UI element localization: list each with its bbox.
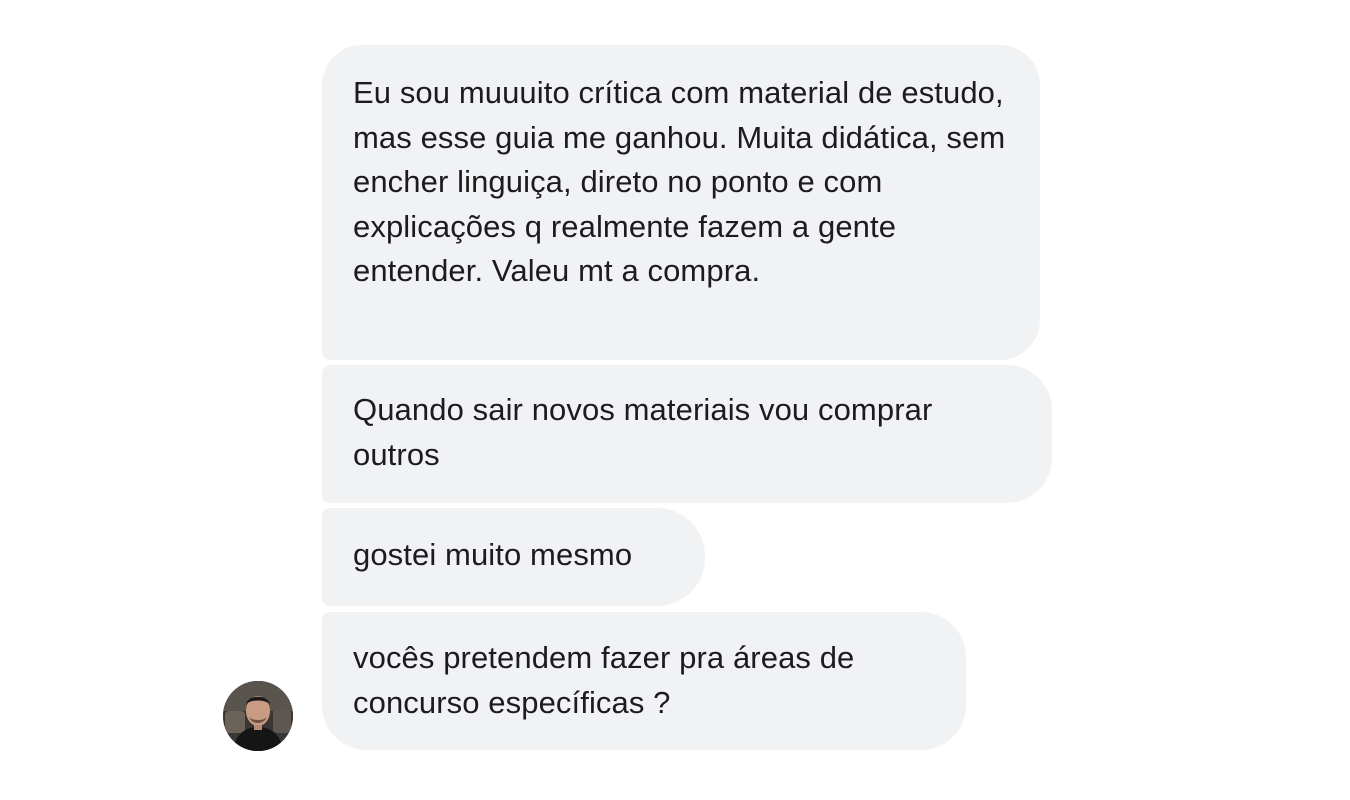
message-bubble[interactable]: gostei muito mesmo xyxy=(322,508,705,606)
user-avatar-icon xyxy=(223,681,293,751)
message-text: gostei muito mesmo xyxy=(353,537,633,572)
message-bubble[interactable]: Quando sair novos materiais vou comprar … xyxy=(322,365,1052,503)
message-bubble[interactable]: vocês pretendem fazer pra áreas de concu… xyxy=(322,612,966,750)
message-thread: Eu sou muuuito crítica com material de e… xyxy=(0,0,1350,800)
message-bubble[interactable]: Eu sou muuuito crítica com material de e… xyxy=(322,45,1040,360)
message-text: Eu sou muuuito crítica com material de e… xyxy=(353,75,1006,288)
avatar[interactable] xyxy=(223,681,293,751)
message-text: vocês pretendem fazer pra áreas de concu… xyxy=(353,640,855,720)
message-text: Quando sair novos materiais vou comprar … xyxy=(353,392,933,472)
